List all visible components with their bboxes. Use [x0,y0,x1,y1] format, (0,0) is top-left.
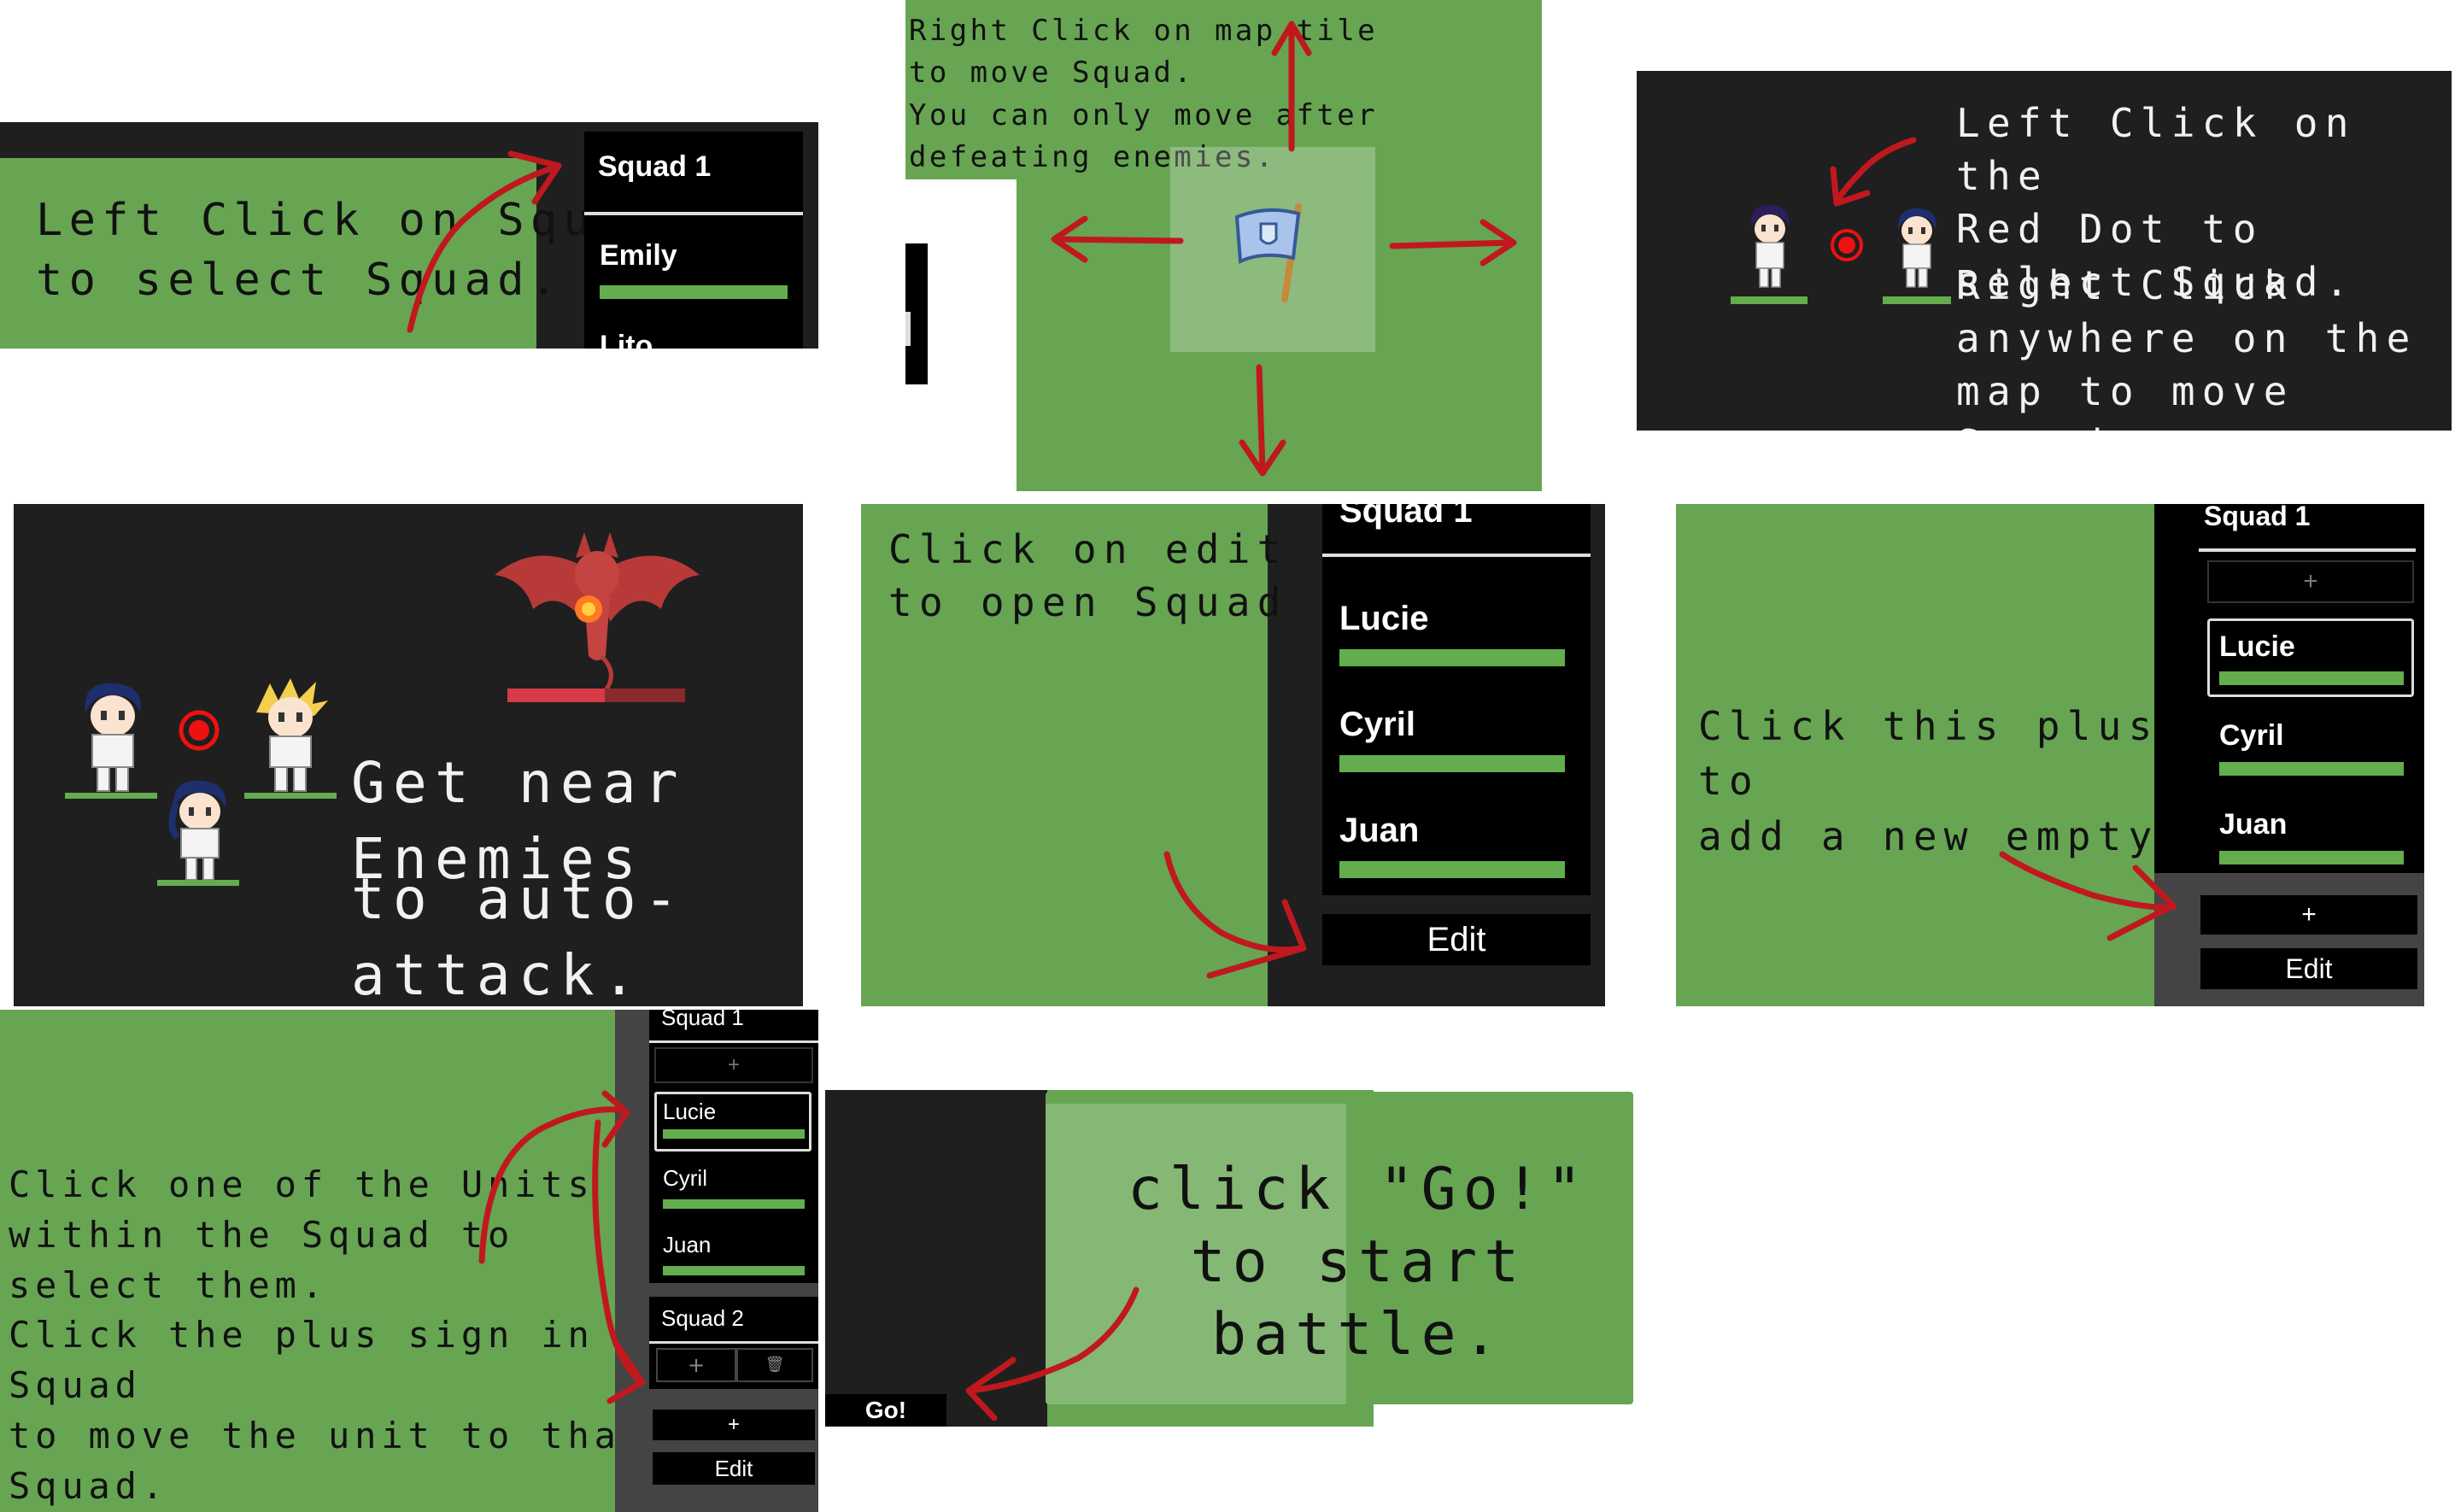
squad-list: Squad 1 Emily Lito [584,132,803,349]
trash-icon[interactable]: 🗑 [736,1348,813,1382]
enemy-health-bar [507,689,685,702]
unit-name[interactable]: Cyril [1339,706,1415,744]
unit-health-bar [1339,649,1565,666]
enemy-demon [495,532,700,692]
ui-fragment [905,243,928,384]
tutorial-note: click "Go!" to start battle. [1127,1156,1590,1368]
squad-header[interactable]: Squad 1 [1339,504,1473,530]
squad-divider [1322,554,1591,557]
tutorial-panel-edit: Click on edit to open Squad Editor Squad… [861,504,1605,1006]
unit-name[interactable]: Juan [663,1232,711,1258]
tutorial-panel-select-squad: Left Click on Squad to select Squad. Squ… [0,122,818,349]
unit-health-bar [2219,851,2404,864]
squad-marker-red-dot[interactable] [178,709,220,752]
unit-name[interactable]: Emily [600,239,677,273]
unit-health-bar [1731,296,1808,304]
tutorial-panel-move-unit: Click one of the Units within the Squad … [0,1010,818,1512]
add-squad-button[interactable]: + [653,1409,815,1440]
unit-name[interactable]: Juan [2219,808,2287,841]
unit-name[interactable]: Lucie [1339,600,1428,638]
squad-list: Squad 1 Lucie Cyril Juan [1322,504,1591,895]
squad-divider [649,1040,818,1043]
unit-sprite [1750,204,1790,288]
unit-sprite [256,678,328,792]
squad-header[interactable]: Squad 2 [661,1305,744,1332]
squad2-plus-button[interactable]: + [656,1348,736,1382]
edit-button[interactable]: Edit [2200,948,2417,989]
edit-button[interactable]: Edit [653,1452,815,1485]
unit-health-bar [663,1266,805,1275]
unit-sprite [85,683,141,792]
unit-health-bar [1339,755,1565,772]
unit-health-bar [663,1199,805,1209]
squad-header[interactable]: Squad 1 [661,1010,744,1031]
unit-name[interactable]: Lucie [663,1099,716,1125]
tutorial-note: Right Click anywhere on the map to move … [1956,262,2417,431]
unit-name[interactable]: Cyril [2219,719,2284,753]
squad-header[interactable]: Squad 1 [598,150,711,184]
unit-health-bar [2219,762,2404,776]
unit-name[interactable]: Lito [600,330,653,349]
edit-button[interactable]: Edit [1322,914,1591,965]
tutorial-panel-add-squad: Click this plus button to add a new empt… [1676,504,2424,1006]
unit-name[interactable]: Lucie [2219,630,2295,664]
unit-sprite [1898,208,1936,288]
squad-divider [649,1341,818,1344]
squad-list-1: Squad 1 + Lucie Cyril Juan [649,1010,818,1283]
squad-list-2: Squad 2 + 🗑 [649,1297,818,1389]
unit-health-bar [600,285,788,299]
squad-plus-button[interactable]: + [2207,560,2414,603]
flag-icon [1234,203,1302,302]
tutorial-note: to auto-attack. [351,866,686,1006]
go-button[interactable]: Go! [825,1394,946,1427]
squad-list: Squad 1 + Lucie Cyril Juan [2154,504,2424,873]
unit-sprite [168,780,226,881]
squad-header[interactable]: Squad 1 [2204,504,2310,532]
unit-name[interactable]: Cyril [663,1165,707,1192]
unit-health-bar [1883,296,1951,304]
unit-health-bar [2219,671,2404,685]
unit-health-bar [1339,861,1565,878]
squad-divider [2199,548,2416,552]
add-squad-button[interactable]: + [2200,895,2417,935]
tutorial-note: Left Click on Squad to select Squad. [36,195,663,307]
unit-health-bar [663,1129,805,1139]
squad-divider [584,212,803,215]
squad-marker-red-dot[interactable] [1830,228,1864,262]
unit-name[interactable]: Juan [1339,812,1419,850]
squad-plus-button[interactable]: + [654,1047,813,1083]
